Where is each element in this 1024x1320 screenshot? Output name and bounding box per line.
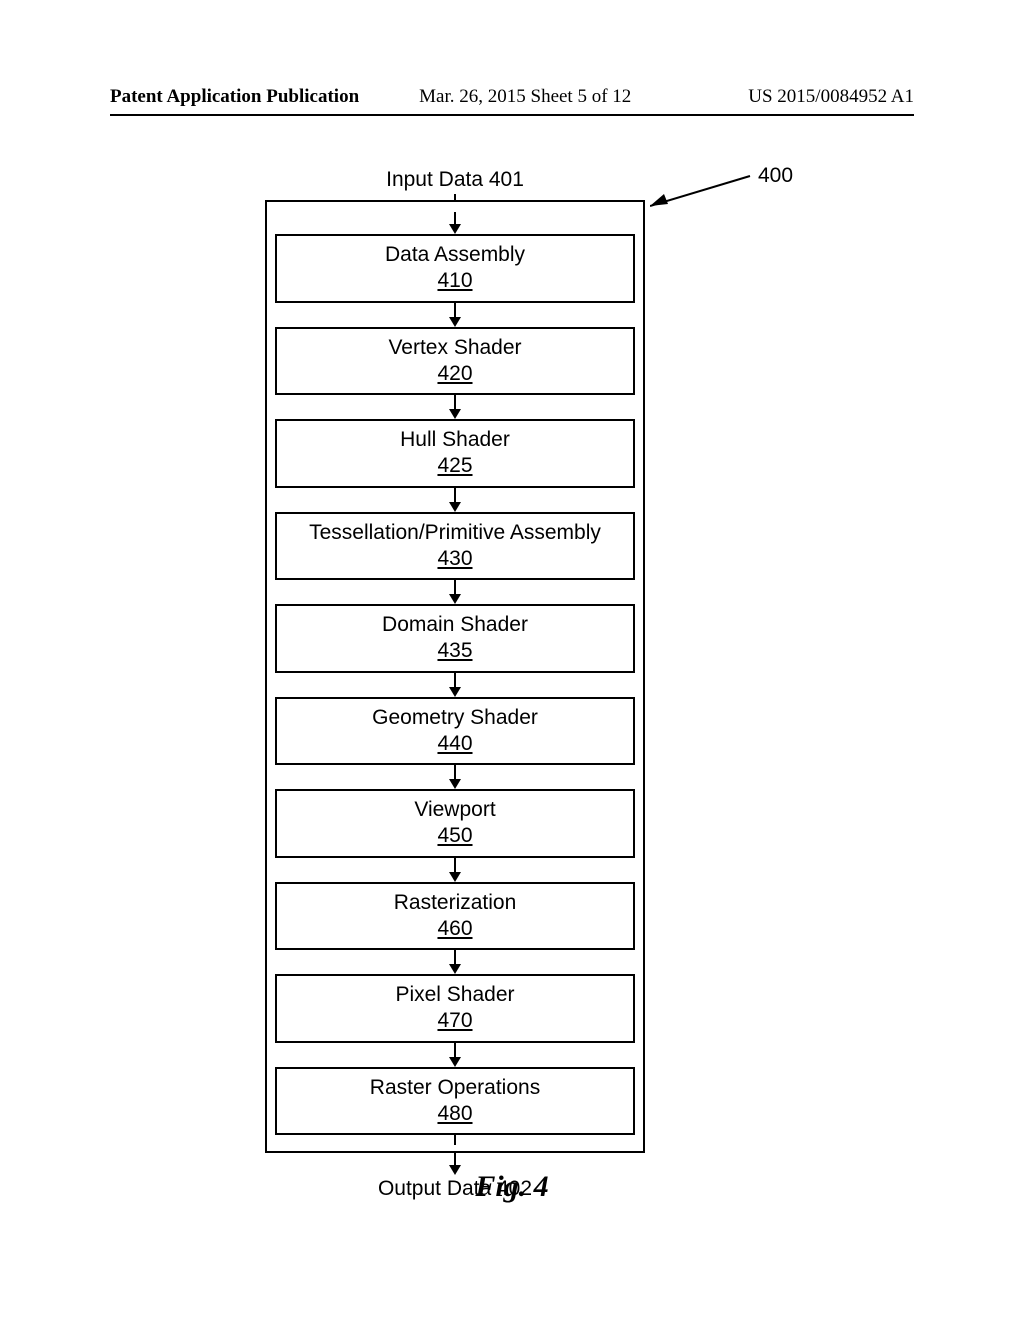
arrow-down-icon — [445, 673, 465, 697]
stage-title: Geometry Shader — [281, 705, 629, 731]
stage-domain-shader: Domain Shader 435 — [275, 604, 635, 673]
stage-number: 425 — [281, 453, 629, 479]
stage-number: 470 — [281, 1008, 629, 1034]
header-mid: Mar. 26, 2015 Sheet 5 of 12 — [419, 86, 631, 108]
stage-tessellation: Tessellation/Primitive Assembly 430 — [275, 512, 635, 581]
arrow-down-icon — [445, 580, 465, 604]
stage-data-assembly: Data Assembly 410 — [275, 234, 635, 303]
stage-number: 440 — [281, 731, 629, 757]
arrow-down-icon — [445, 950, 465, 974]
stage-number: 430 — [281, 546, 629, 572]
stage-number: 410 — [281, 268, 629, 294]
stage-raster-operations: Raster Operations 480 — [275, 1067, 635, 1136]
input-data-label: Input Data 401 — [265, 168, 645, 192]
stage-number: 420 — [281, 361, 629, 387]
reference-label: 400 — [758, 164, 793, 188]
stage-title: Data Assembly — [281, 242, 629, 268]
header-left: Patent Application Publication — [110, 86, 359, 108]
stage-number: 480 — [281, 1101, 629, 1127]
arrow-down-icon — [445, 212, 465, 234]
stage-rasterization: Rasterization 460 — [275, 882, 635, 951]
stage-hull-shader: Hull Shader 425 — [275, 419, 635, 488]
page-header: Patent Application Publication Mar. 26, … — [110, 86, 914, 116]
pipeline-frame: Data Assembly 410 Vertex Shader 420 Hull… — [265, 200, 645, 1153]
arrow-down-icon — [445, 858, 465, 882]
stage-title: Domain Shader — [281, 612, 629, 638]
header-right: US 2015/0084952 A1 — [748, 86, 914, 108]
reference-callout: 400 — [650, 162, 830, 212]
stage-title: Viewport — [281, 797, 629, 823]
arrow-down-icon — [445, 1043, 465, 1067]
arrow-down-icon — [445, 1135, 465, 1145]
stage-number: 460 — [281, 916, 629, 942]
arrow-down-icon — [445, 765, 465, 789]
stage-title: Hull Shader — [281, 427, 629, 453]
arrow-down-icon — [445, 395, 465, 419]
stage-title: Raster Operations — [281, 1075, 629, 1101]
stage-pixel-shader: Pixel Shader 470 — [275, 974, 635, 1043]
stage-number: 435 — [281, 638, 629, 664]
stage-title: Tessellation/Primitive Assembly — [281, 520, 629, 546]
stage-vertex-shader: Vertex Shader 420 — [275, 327, 635, 396]
stage-viewport: Viewport 450 — [275, 789, 635, 858]
arrow-down-icon — [445, 303, 465, 327]
figure-caption: Fig. 4 — [0, 1170, 1024, 1204]
arrow-down-icon — [445, 488, 465, 512]
stage-title: Vertex Shader — [281, 335, 629, 361]
stage-title: Pixel Shader — [281, 982, 629, 1008]
pipeline-diagram: Input Data 401 Data Assembly 410 Vertex … — [265, 160, 645, 1201]
stage-title: Rasterization — [281, 890, 629, 916]
stage-geometry-shader: Geometry Shader 440 — [275, 697, 635, 766]
stage-number: 450 — [281, 823, 629, 849]
